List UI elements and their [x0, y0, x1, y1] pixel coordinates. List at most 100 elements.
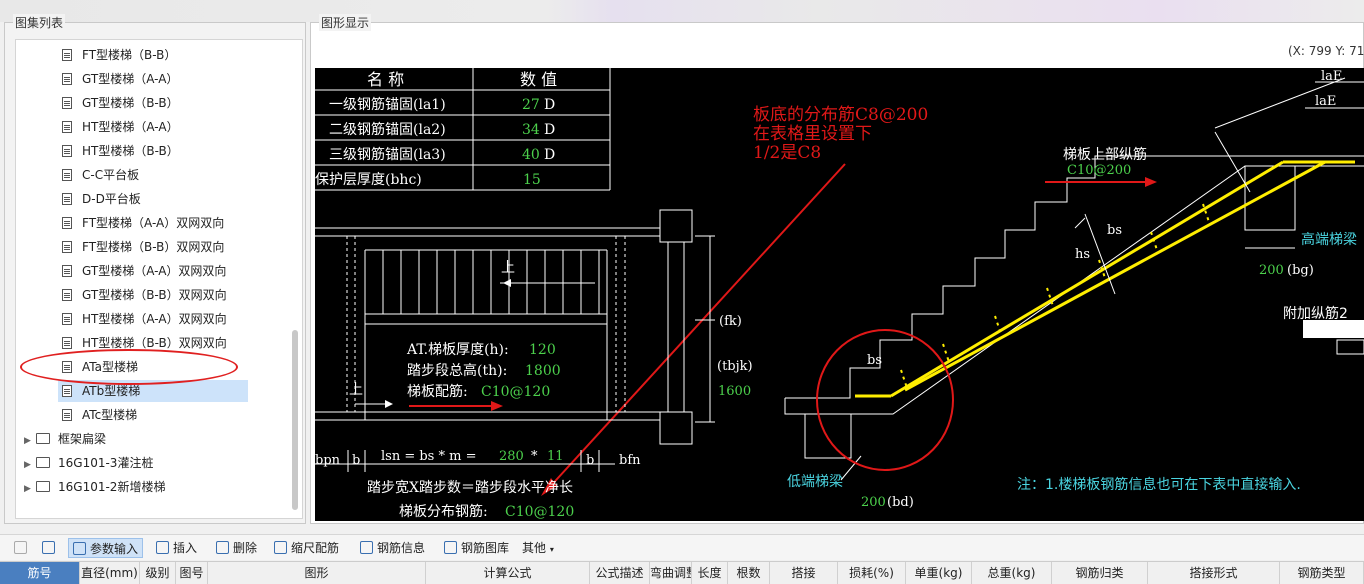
grid-column-header[interactable]: 图号: [176, 562, 208, 584]
tree-folder[interactable]: ▶ 16G101-2新增楼梯: [24, 476, 165, 498]
tree-item[interactable]: GT型楼梯（B-B）: [58, 92, 248, 114]
laE-2: laE: [1315, 94, 1336, 109]
tree-label: HT型楼梯（B-B）双网双向: [82, 336, 227, 350]
grid-column-header[interactable]: 计算公式: [426, 562, 590, 584]
grid-column-header[interactable]: 长度: [692, 562, 728, 584]
folder-icon: [36, 481, 50, 492]
section-note: 注：1.楼梯板钢筋信息也可在下表中直接输入.: [1017, 476, 1301, 493]
tree-label: 框架扁梁: [58, 432, 107, 446]
tree-item[interactable]: HT型楼梯（A-A）双网双向: [58, 308, 248, 330]
tree-label: GT型楼梯（B-B）: [82, 96, 179, 110]
chevron-right-icon[interactable]: ▶: [24, 454, 36, 476]
tree-item[interactable]: HT型楼梯（A-A）: [58, 116, 248, 138]
tree-label: 16G101-3灌注桩: [58, 456, 154, 470]
bg-label: (bg): [1287, 263, 1314, 278]
tree-item[interactable]: FT型楼梯（A-A）双网双向: [58, 212, 248, 234]
tree-folder[interactable]: ▶ 16G101-3灌注桩: [24, 452, 153, 474]
add-rebar-label: 附加纵筋2: [1283, 305, 1348, 322]
rebar-toolbar: 参数输入 插入 删除 缩尺配筋 钢筋信息 钢筋图库 其他 ▾: [0, 534, 1364, 560]
grid-column-header[interactable]: 根数: [728, 562, 770, 584]
tree-label: HT型楼梯（A-A）双网双向: [82, 312, 227, 326]
dim-b2: b: [586, 453, 594, 468]
rebar-library-button[interactable]: 钢筋图库: [440, 538, 513, 558]
document-icon: [62, 121, 72, 133]
chevron-right-icon[interactable]: ▶: [24, 478, 36, 500]
tree-label: GT型楼梯（A-A）: [82, 72, 179, 86]
table-row-name: 保护层厚度(bhc): [315, 172, 422, 188]
grid-column-header[interactable]: 级别: [140, 562, 176, 584]
tree-label: D-D平台板: [82, 192, 141, 206]
plan-tbjk: (tbjk): [717, 359, 753, 374]
grid-column-header[interactable]: 损耗(%): [838, 562, 906, 584]
cad-drawing: 名 称 数 值 一级钢筋锚固(la1) 27 D 二级钢筋锚固(la2) 34 …: [315, 68, 1364, 520]
param-input-icon: [73, 542, 86, 555]
param-input-button[interactable]: 参数输入: [68, 538, 144, 558]
chevron-right-icon[interactable]: ▶: [24, 430, 36, 452]
tree-item[interactable]: GT型楼梯（B-B）双网双向: [58, 284, 248, 306]
step-formula: 踏步宽X踏步数＝踏步段水平净长: [367, 479, 573, 496]
grid-column-header[interactable]: 总重(kg): [972, 562, 1052, 584]
tree-item[interactable]: GT型楼梯（A-A）: [58, 68, 248, 90]
tree-label: GT型楼梯（B-B）双网双向: [82, 288, 227, 302]
graphic-display-title: 图形显示: [319, 14, 372, 31]
tree-label: GT型楼梯（A-A）双网双向: [82, 264, 227, 278]
tree-item[interactable]: GT型楼梯（A-A）双网双向: [58, 260, 248, 282]
red-note-line2: 在表格里设置下: [753, 124, 872, 144]
delete-button[interactable]: 删除: [212, 538, 261, 558]
grid-column-header[interactable]: 单重(kg): [906, 562, 972, 584]
atlas-tree[interactable]: FT型楼梯（B-B） GT型楼梯（A-A） GT型楼梯（B-B） HT型楼梯（A-A）…: [15, 39, 303, 519]
dim-bfn: bfn: [619, 453, 641, 468]
grid-column-header[interactable]: 筋号: [0, 562, 80, 584]
red-note-line3: 1/2是C8: [753, 143, 821, 163]
other-menu-button[interactable]: 其他 ▾: [518, 538, 558, 558]
tree-item[interactable]: HT型楼梯（B-B）: [58, 140, 248, 162]
grid-column-header[interactable]: 钢筋类型: [1280, 562, 1364, 584]
table-row-name: 三级钢筋锚固(la3): [329, 146, 446, 163]
tree-label: ATb型楼梯: [82, 384, 141, 398]
grid-column-header[interactable]: 弯曲调整: [650, 562, 692, 584]
table-row-value: 34: [522, 122, 540, 138]
chevron-down-icon: ▾: [549, 545, 554, 554]
table-row-value: 27: [522, 97, 540, 113]
cad-canvas[interactable]: 名 称 数 值 一级钢筋锚固(la1) 27 D 二级钢筋锚固(la2) 34 …: [315, 68, 1364, 521]
top-rebar-value: C10@200: [1067, 163, 1131, 178]
move-down-button[interactable]: [38, 538, 59, 558]
plan-tbjk-value: 1600: [718, 384, 751, 399]
insert-button[interactable]: 插入: [152, 538, 201, 558]
bg-value: 200: [1259, 263, 1284, 278]
plan-up-label: 上: [501, 260, 515, 276]
rebar-info-button[interactable]: 钢筋信息: [356, 538, 429, 558]
tree-scrollbar[interactable]: [292, 330, 298, 510]
document-icon: [62, 337, 72, 349]
tree-folder[interactable]: ▶ 框架扁梁: [24, 428, 106, 450]
tree-item[interactable]: C-C平台板: [58, 164, 248, 186]
grid-column-header[interactable]: 公式描述: [590, 562, 650, 584]
dim-b1: b: [352, 453, 360, 468]
grid-column-header[interactable]: 搭接形式: [1148, 562, 1280, 584]
table-header-name: 名 称: [367, 70, 404, 89]
tree-item[interactable]: FT型楼梯（B-B）: [58, 44, 248, 66]
plan-height-value: 1800: [525, 363, 561, 379]
library-icon: [444, 541, 457, 554]
document-icon: [62, 193, 72, 205]
low-end-highlight: [816, 329, 954, 471]
highlight-ellipse: [20, 349, 238, 385]
plan-fk: (fk): [719, 314, 742, 329]
tree-label: FT型楼梯（B-B）: [82, 48, 177, 62]
info-icon: [360, 541, 373, 554]
grid-column-header[interactable]: 直径(mm): [80, 562, 140, 584]
dim-11: 11: [547, 449, 564, 464]
grid-column-header[interactable]: 图形: [208, 562, 426, 584]
tree-item[interactable]: ATc型楼梯: [58, 404, 248, 426]
tree-item[interactable]: D-D平台板: [58, 188, 248, 210]
dist-value: C10@120: [505, 504, 574, 520]
window-top-strip: [0, 0, 1364, 22]
tree-item[interactable]: FT型楼梯（B-B）双网双向: [58, 236, 248, 258]
grid-column-header[interactable]: 钢筋归类: [1052, 562, 1148, 584]
top-rebar-label: 梯板上部纵筋: [1063, 146, 1147, 163]
grid-column-header[interactable]: 搭接: [770, 562, 838, 584]
move-up-button[interactable]: [10, 538, 31, 558]
insert-icon: [156, 541, 169, 554]
scale-rebar-button[interactable]: 缩尺配筋: [270, 538, 343, 558]
table-row-value: 15: [523, 172, 541, 188]
